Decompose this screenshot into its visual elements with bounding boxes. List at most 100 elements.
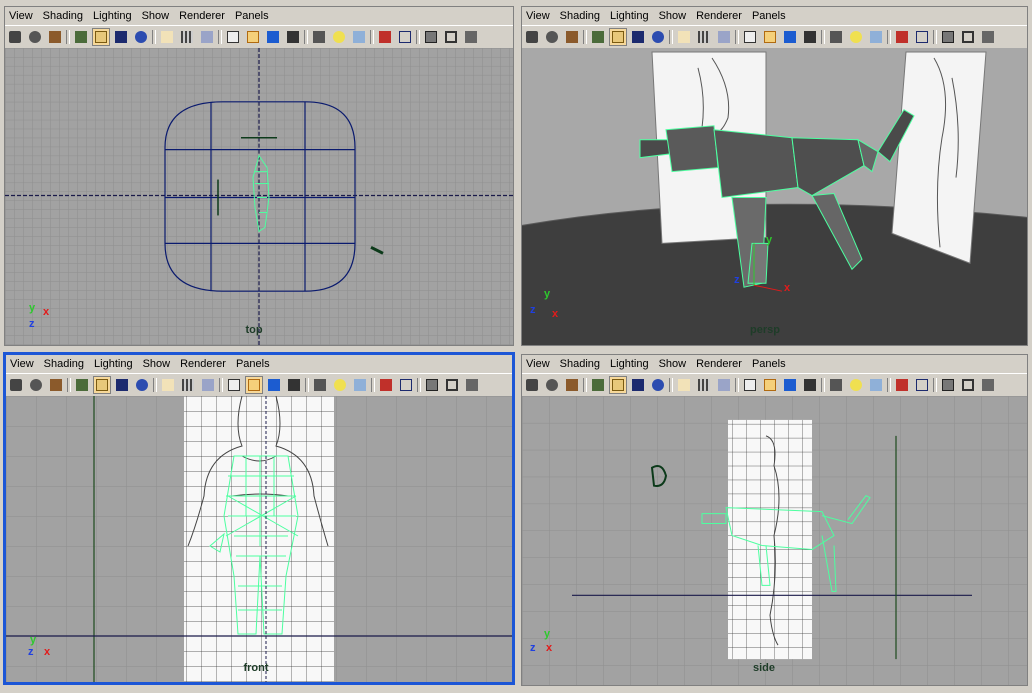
viewport-front-canvas[interactable] — [6, 396, 512, 682]
grid-toggle-button[interactable] — [609, 28, 627, 46]
menu-panels[interactable]: Panels — [748, 10, 792, 22]
xray-button[interactable] — [423, 376, 441, 394]
film-gate-button[interactable] — [629, 28, 647, 46]
menu-renderer[interactable]: Renderer — [692, 358, 748, 370]
backface-button[interactable] — [443, 376, 461, 394]
menu-view[interactable]: View — [6, 358, 40, 370]
resolution-gate-button[interactable] — [649, 376, 667, 394]
panel-top[interactable]: View Shading Lighting Show Renderer Pane… — [4, 6, 514, 346]
shadows-button[interactable] — [350, 28, 368, 46]
flat-shade-button[interactable] — [285, 376, 303, 394]
text-overlay-button[interactable] — [741, 28, 759, 46]
wireframe-button[interactable] — [245, 376, 263, 394]
grid-toggle-button[interactable] — [609, 376, 627, 394]
film-gate-button[interactable] — [113, 376, 131, 394]
menu-lighting[interactable]: Lighting — [606, 10, 655, 22]
grid-toggle-button[interactable] — [92, 28, 110, 46]
bounding-box-button[interactable] — [311, 376, 329, 394]
more-button[interactable] — [462, 28, 480, 46]
menu-lighting[interactable]: Lighting — [606, 358, 655, 370]
isolate-select-button[interactable] — [913, 376, 931, 394]
bounding-box-button[interactable] — [827, 28, 845, 46]
flat-shade-button[interactable] — [801, 28, 819, 46]
use-lights-button[interactable] — [331, 376, 349, 394]
viewport-top[interactable]: top y x z — [5, 48, 513, 345]
menu-renderer[interactable]: Renderer — [692, 10, 748, 22]
resolution-gate-button[interactable] — [649, 28, 667, 46]
isolate-select-button[interactable] — [913, 28, 931, 46]
film-gate-button[interactable] — [629, 376, 647, 394]
menu-shading[interactable]: Shading — [40, 358, 90, 370]
flat-shade-button[interactable] — [284, 28, 302, 46]
smooth-shade-button[interactable] — [781, 376, 799, 394]
resolution-gate-button[interactable] — [133, 376, 151, 394]
safe-title-button[interactable] — [198, 28, 216, 46]
wireframe-button[interactable] — [244, 28, 262, 46]
camera-select-button[interactable] — [523, 28, 541, 46]
image-plane-button[interactable] — [589, 376, 607, 394]
more-button[interactable] — [979, 376, 997, 394]
menu-renderer[interactable]: Renderer — [175, 10, 231, 22]
bookmark-button[interactable] — [563, 376, 581, 394]
shadows-button[interactable] — [867, 376, 885, 394]
flat-shade-button[interactable] — [801, 376, 819, 394]
image-plane-button[interactable] — [73, 376, 91, 394]
safe-title-button[interactable] — [199, 376, 217, 394]
camera-attributes-button[interactable] — [543, 376, 561, 394]
wireframe-button[interactable] — [761, 28, 779, 46]
menu-show[interactable]: Show — [139, 358, 177, 370]
menu-shading[interactable]: Shading — [556, 10, 606, 22]
more-button[interactable] — [979, 28, 997, 46]
bounding-box-button[interactable] — [310, 28, 328, 46]
menu-show[interactable]: Show — [138, 10, 176, 22]
text-overlay-button[interactable] — [741, 376, 759, 394]
use-lights-button[interactable] — [330, 28, 348, 46]
backface-button[interactable] — [959, 28, 977, 46]
shadows-button[interactable] — [351, 376, 369, 394]
menu-show[interactable]: Show — [655, 10, 693, 22]
backface-button[interactable] — [959, 376, 977, 394]
field-chart-button[interactable] — [695, 28, 713, 46]
menu-renderer[interactable]: Renderer — [176, 358, 232, 370]
menu-panels[interactable]: Panels — [232, 358, 276, 370]
textured-button[interactable] — [377, 376, 395, 394]
camera-select-button[interactable] — [523, 376, 541, 394]
camera-attributes-button[interactable] — [543, 28, 561, 46]
panel-persp[interactable]: View Shading Lighting Show Renderer Pane… — [521, 6, 1028, 346]
textured-button[interactable] — [376, 28, 394, 46]
isolate-select-button[interactable] — [397, 376, 415, 394]
menu-view[interactable]: View — [522, 358, 556, 370]
camera-select-button[interactable] — [6, 28, 24, 46]
smooth-shade-button[interactable] — [264, 28, 282, 46]
use-lights-button[interactable] — [847, 376, 865, 394]
menu-shading[interactable]: Shading — [556, 358, 606, 370]
viewport-front[interactable]: front y x z — [6, 396, 512, 682]
viewport-top-canvas[interactable] — [5, 48, 513, 345]
xray-button[interactable] — [939, 376, 957, 394]
textured-button[interactable] — [893, 376, 911, 394]
camera-attributes-button[interactable] — [27, 376, 45, 394]
menu-shading[interactable]: Shading — [39, 10, 89, 22]
safe-title-button[interactable] — [715, 28, 733, 46]
viewport-persp[interactable]: y x z persp y x z — [522, 48, 1027, 345]
bookmark-button[interactable] — [46, 28, 64, 46]
viewport-side-canvas[interactable] — [522, 396, 1027, 685]
resolution-gate-button[interactable] — [132, 28, 150, 46]
field-chart-button[interactable] — [178, 28, 196, 46]
xray-button[interactable] — [939, 28, 957, 46]
text-overlay-button[interactable] — [225, 376, 243, 394]
smooth-shade-button[interactable] — [781, 28, 799, 46]
field-chart-button[interactable] — [695, 376, 713, 394]
bounding-box-button[interactable] — [827, 376, 845, 394]
text-overlay-button[interactable] — [224, 28, 242, 46]
grid-toggle-button[interactable] — [93, 376, 111, 394]
image-plane-button[interactable] — [589, 28, 607, 46]
menu-show[interactable]: Show — [655, 358, 693, 370]
camera-select-button[interactable] — [7, 376, 25, 394]
viewport-persp-canvas[interactable] — [522, 48, 1027, 345]
bookmark-button[interactable] — [47, 376, 65, 394]
use-lights-button[interactable] — [847, 28, 865, 46]
menu-panels[interactable]: Panels — [231, 10, 275, 22]
textured-button[interactable] — [893, 28, 911, 46]
safe-action-button[interactable] — [159, 376, 177, 394]
